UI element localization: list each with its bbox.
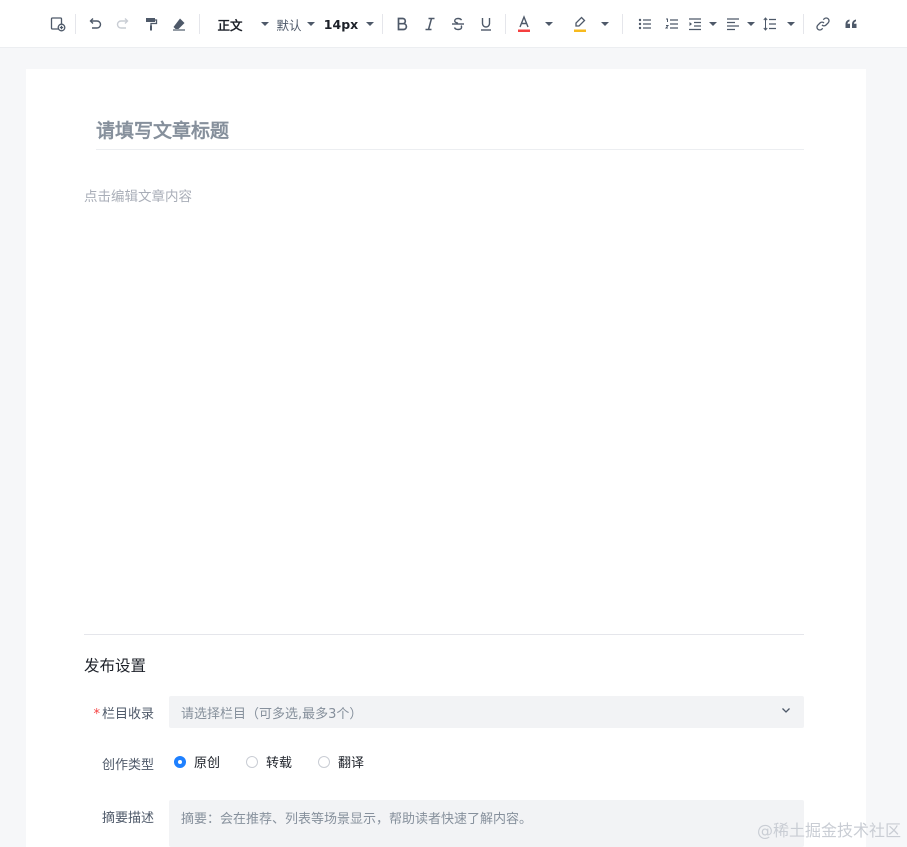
radio-original[interactable]: 原创 (174, 752, 220, 771)
radio-original-label: 原创 (194, 756, 221, 771)
chevron-down-icon[interactable] (747, 22, 755, 26)
chevron-down-icon[interactable] (545, 22, 553, 26)
radio-repost-label: 转载 (266, 756, 293, 771)
radio-unchecked-icon (318, 755, 331, 768)
font-family-select[interactable]: 默认 (272, 10, 306, 38)
summary-placeholder: 摘要：会在推荐、列表等场景显示，帮助读者快速了解内容。 (181, 812, 533, 827)
type-label: 创作类型 (101, 758, 154, 773)
chevron-down-icon[interactable] (787, 22, 795, 26)
column-select-placeholder: 请选择栏目（可多选,最多3个） (181, 706, 363, 722)
toolbar-divider (505, 14, 506, 34)
radio-unchecked-icon (246, 755, 259, 768)
toolbar-divider (382, 14, 383, 34)
align-icon[interactable] (722, 10, 744, 38)
italic-icon[interactable] (419, 10, 441, 38)
watermark: @稀土掘金技术社区 (756, 821, 901, 840)
editor-paper: 点击编辑文章内容 发布设置 *栏目收录 请选择栏目（可多选,最多3个） 创作类型… (26, 69, 866, 847)
required-mark: * (93, 707, 100, 722)
radio-repost[interactable]: 转载 (246, 752, 292, 771)
highlight-icon[interactable] (569, 10, 591, 38)
line-height-icon[interactable] (759, 10, 781, 38)
column-label-text: 栏目收录 (101, 707, 154, 722)
toolbar-divider (622, 14, 623, 34)
radio-translation-label: 翻译 (338, 756, 365, 771)
publish-settings-title: 发布设置 (84, 657, 147, 675)
undo-icon[interactable] (84, 10, 106, 38)
toolbar-divider (75, 14, 76, 34)
chevron-down-icon (780, 704, 792, 720)
column-select[interactable]: 请选择栏目（可多选,最多3个） (169, 696, 804, 728)
radio-translation[interactable]: 翻译 (318, 752, 364, 771)
type-radio-group: 原创 转载 翻译 (174, 752, 390, 771)
insert-template-icon[interactable] (47, 10, 69, 38)
indent-icon[interactable] (684, 10, 706, 38)
content-editor[interactable]: 点击编辑文章内容 (84, 185, 804, 633)
content-placeholder: 点击编辑文章内容 (84, 189, 192, 205)
format-painter-icon[interactable] (140, 10, 162, 38)
column-label: * 栏目收录 (84, 703, 154, 722)
quote-icon[interactable] (840, 10, 862, 38)
content-divider (84, 634, 804, 635)
summary-label: 摘要描述 (101, 811, 154, 826)
title-input[interactable] (96, 113, 804, 150)
underline-icon[interactable] (475, 10, 497, 38)
font-color-icon[interactable] (513, 10, 535, 38)
chevron-down-icon[interactable] (601, 22, 609, 26)
heading-select-label: 正文 (217, 17, 243, 33)
strikethrough-icon[interactable] (447, 10, 469, 38)
toolbar-divider (199, 14, 200, 34)
font-family-label: 默认 (276, 17, 302, 33)
chevron-down-icon[interactable] (709, 22, 717, 26)
font-size-select[interactable]: 14px (320, 10, 362, 38)
link-icon[interactable] (812, 10, 834, 38)
editor-toolbar: 正文 默认 14px (0, 0, 907, 48)
numbered-list-icon[interactable] (661, 10, 683, 38)
bullet-list-icon[interactable] (634, 10, 656, 38)
font-size-label: 14px (323, 16, 359, 32)
redo-icon[interactable] (112, 10, 134, 38)
toolbar-divider (803, 14, 804, 34)
chevron-down-icon[interactable] (366, 22, 374, 26)
clear-format-icon[interactable] (168, 10, 190, 38)
chevron-down-icon[interactable] (261, 22, 269, 26)
radio-checked-icon (174, 755, 186, 768)
summary-textarea[interactable]: 摘要：会在推荐、列表等场景显示，帮助读者快速了解内容。 (169, 800, 804, 847)
heading-select[interactable]: 正文 (210, 10, 250, 38)
bold-icon[interactable] (391, 10, 413, 38)
chevron-down-icon[interactable] (307, 22, 315, 26)
